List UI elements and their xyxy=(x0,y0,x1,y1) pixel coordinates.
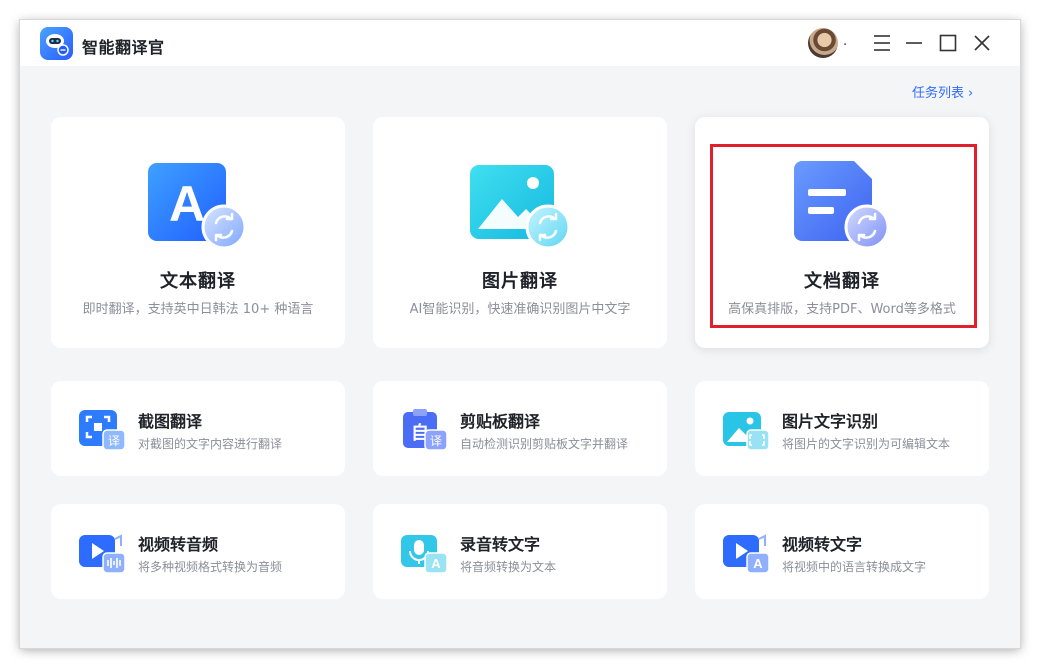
tool-subtitle: 将图片的文字识别为可编辑文本 xyxy=(782,437,951,451)
user-avatar[interactable] xyxy=(808,28,838,58)
tool-title: 图片文字识别 xyxy=(782,412,879,431)
tool-subtitle: 自动检测识别剪贴板文字并翻译 xyxy=(460,437,629,451)
card-subtitle: 即时翻译，支持英中日韩法 10+ 种语言 xyxy=(82,302,314,317)
tool-title: 视频转文字 xyxy=(782,535,863,554)
tool-subtitle: 将多种视频格式转换为音频 xyxy=(138,560,283,574)
image-translate-icon xyxy=(470,165,571,250)
tool-title: 录音转文字 xyxy=(460,535,541,554)
tool-subtitle: 将音频转换为文本 xyxy=(460,560,557,574)
document-translate-card[interactable]: 文档翻译 高保真排版，支持PDF、Word等多格式 xyxy=(695,117,989,348)
chevron-right-icon: › xyxy=(968,86,974,101)
tool-subtitle: 对截图的文字内容进行翻译 xyxy=(138,437,283,451)
card-subtitle: AI智能识别，快速准确识别图片中文字 xyxy=(409,302,631,317)
clipboard-translate-card[interactable]: 自 译 剪贴板翻译 自动检测识别剪贴板文字并翻译 xyxy=(373,381,667,476)
card-title: 文本翻译 xyxy=(160,271,236,292)
audio-to-text-card[interactable]: A 录音转文字 将音频转换为文本 xyxy=(373,504,667,599)
minimize-icon[interactable] xyxy=(903,32,925,54)
task-list-link[interactable]: 任务列表 › xyxy=(912,82,973,101)
tool-title: 剪贴板翻译 xyxy=(460,412,541,431)
app-title: 智能翻译官 xyxy=(82,38,165,57)
svg-text:A: A xyxy=(169,176,205,232)
app-window: 智能翻译官 . 任务列表 › A 文本翻译 即时翻译，支持英中日韩法 10+ 种… xyxy=(20,20,1020,648)
card-subtitle: 高保真排版，支持PDF、Word等多格式 xyxy=(728,302,956,317)
image-ocr-card[interactable]: 图片文字识别 将图片的文字识别为可编辑文本 xyxy=(695,381,989,476)
screenshot-translate-icon: 译 xyxy=(79,410,126,451)
task-list-label: 任务列表 xyxy=(912,86,965,101)
avatar-username: . xyxy=(843,34,848,49)
text-translate-icon: A xyxy=(148,163,247,250)
maximize-icon[interactable] xyxy=(937,32,959,54)
video-to-audio-icon xyxy=(79,534,126,574)
card-title: 图片翻译 xyxy=(482,271,558,292)
badge-text: A xyxy=(431,556,441,571)
video-to-text-card[interactable]: A 视频转文字 将视频中的语言转换成文字 xyxy=(695,504,989,599)
badge-text: 译 xyxy=(108,434,120,448)
tool-subtitle: 将视频中的语言转换成文字 xyxy=(782,560,927,574)
clipboard-translate-icon: 自 译 xyxy=(403,409,448,451)
tool-title: 截图翻译 xyxy=(138,412,203,431)
menu-icon[interactable] xyxy=(871,32,893,54)
text-translate-card[interactable]: A 文本翻译 即时翻译，支持英中日韩法 10+ 种语言 xyxy=(51,117,345,348)
video-to-audio-card[interactable]: 视频转音频 将多种视频格式转换为音频 xyxy=(51,504,345,599)
tool-title: 视频转音频 xyxy=(138,535,219,554)
title-bar[interactable]: 智能翻译官 . xyxy=(20,20,1020,66)
app-logo-icon xyxy=(40,27,73,60)
document-translate-icon xyxy=(794,161,890,250)
image-ocr-icon xyxy=(723,412,770,451)
badge-text: A xyxy=(753,556,763,571)
close-icon[interactable] xyxy=(971,32,993,54)
card-title: 文档翻译 xyxy=(804,271,880,292)
video-to-text-icon: A xyxy=(723,534,770,574)
screenshot-translate-card[interactable]: 译 截图翻译 对截图的文字内容进行翻译 xyxy=(51,381,345,476)
image-translate-card[interactable]: 图片翻译 AI智能识别，快速准确识别图片中文字 xyxy=(373,117,667,348)
audio-to-text-icon: A xyxy=(401,535,448,574)
badge-text: 译 xyxy=(430,434,442,448)
